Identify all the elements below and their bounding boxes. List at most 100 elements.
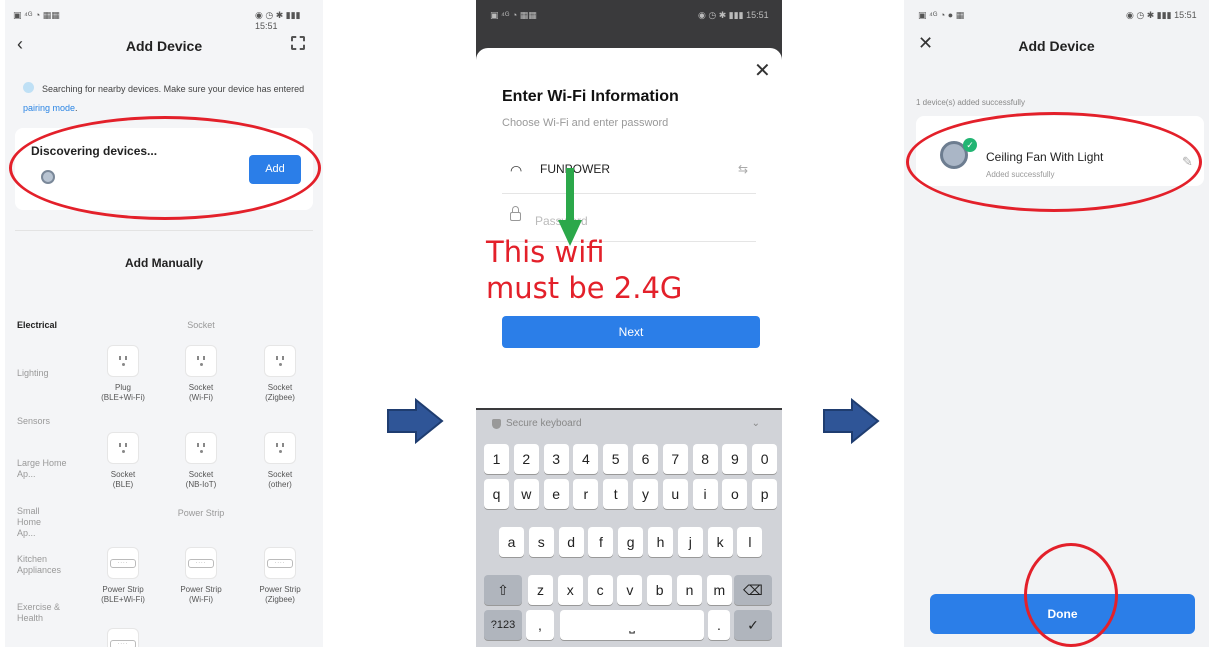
- keyboard-key[interactable]: g: [618, 527, 644, 557]
- pairing-mode-link[interactable]: pairing mode: [23, 103, 75, 113]
- keyboard-key[interactable]: l: [737, 527, 763, 557]
- category-item[interactable]: Electrical: [17, 320, 87, 331]
- power-strip-icon: ∙∙∙∙: [107, 628, 139, 647]
- next-button[interactable]: Next: [502, 316, 760, 348]
- keyboard-key[interactable]: b: [647, 575, 673, 605]
- search-status: Searching for nearby devices. Make sure …: [23, 82, 305, 113]
- keyboard-key[interactable]: 5: [603, 444, 629, 474]
- device-type-item[interactable]: ∙∙∙∙: [88, 628, 158, 647]
- highlight-circle: [9, 116, 321, 220]
- keyboard-key[interactable]: x: [557, 575, 583, 605]
- category-item[interactable]: Exercise & Health: [17, 602, 67, 624]
- keyboard-header: Secure keyboard ⌄: [476, 410, 782, 437]
- keyboard-key[interactable]: q: [484, 479, 509, 509]
- keyboard-key[interactable]: 9: [722, 444, 748, 474]
- socket-icon: [185, 432, 217, 464]
- keyboard-key[interactable]: 7: [662, 444, 688, 474]
- keyboard-key[interactable]: h: [648, 527, 673, 557]
- category-item[interactable]: Large Home Ap...: [17, 458, 67, 480]
- next-step-arrow-icon: [823, 398, 880, 444]
- keyboard-key[interactable]: n: [677, 575, 702, 605]
- status-bar-icons: ▣ ⁴ᴳ ◔ ● ▦: [918, 10, 965, 20]
- wifi-dialog: ✕ Enter Wi-Fi Information Choose Wi-Fi a…: [476, 48, 782, 408]
- subsection-power-strip: Power Strip: [177, 508, 225, 518]
- keyboard-key[interactable]: t: [603, 479, 629, 509]
- keyboard-key[interactable]: z: [528, 575, 553, 605]
- status-bar-icons: ▣ ⁴ᴳ ◔ ▦▦: [490, 10, 537, 20]
- scan-icon[interactable]: [291, 36, 305, 50]
- wifi-network-field[interactable]: ◠ FUNPOWER ⇆: [502, 156, 756, 194]
- keyboard-key[interactable]: w: [513, 479, 539, 509]
- subsection-socket: Socket: [187, 320, 215, 330]
- keyboard-key[interactable]: u: [662, 479, 688, 509]
- wifi-requirement-note: This wifi must be 2.4G: [486, 235, 683, 305]
- highlight-circle: [906, 112, 1202, 212]
- added-count-text: 1 device(s) added successfully: [916, 98, 1025, 107]
- space-key[interactable]: ⎵: [560, 610, 704, 640]
- page-title: Add Device: [1018, 38, 1095, 54]
- keyboard-key[interactable]: v: [617, 575, 643, 605]
- power-strip-icon: ∙∙∙∙: [185, 547, 217, 579]
- keyboard-key[interactable]: 0: [752, 444, 778, 474]
- category-item[interactable]: Small Home Ap...: [17, 506, 59, 539]
- wifi-setup-screen: ▣ ⁴ᴳ ◔ ▦▦ ◉ ◷ ✱ ▮▮▮ 15:51 ✕ Enter Wi-Fi …: [476, 0, 782, 647]
- switch-network-icon[interactable]: ⇆: [738, 162, 748, 176]
- status-bar-clock: ◉ ◷ ✱ ▮▮▮ 15:51: [698, 10, 769, 20]
- device-type-item[interactable]: Socket (Wi-Fi): [166, 345, 236, 403]
- keyboard-key[interactable]: s: [528, 527, 554, 557]
- keyboard-key[interactable]: c: [587, 575, 613, 605]
- power-strip-icon: ∙∙∙∙: [107, 547, 139, 579]
- status-bar-icons: ▣ ⁴ᴳ ◔ ▦▦: [13, 10, 60, 20]
- keyboard-key[interactable]: e: [543, 479, 569, 509]
- socket-icon: [107, 432, 139, 464]
- keyboard-key[interactable]: o: [722, 479, 748, 509]
- device-added-screen: ▣ ⁴ᴳ ◔ ● ▦ ◉ ◷ ✱ ▮▮▮ 15:51 ✕ Add Device …: [904, 0, 1209, 647]
- dialog-subtitle: Choose Wi-Fi and enter password: [502, 117, 669, 129]
- device-type-item[interactable]: Plug (BLE+Wi-Fi): [88, 345, 158, 403]
- device-type-item[interactable]: ∙∙∙∙ Power Strip (BLE+Wi-Fi): [88, 547, 158, 605]
- shield-icon: [492, 419, 501, 429]
- keyboard-key[interactable]: 6: [633, 444, 658, 474]
- shift-key[interactable]: ⇧: [484, 575, 522, 605]
- keyboard-key[interactable]: d: [558, 527, 584, 557]
- period-key[interactable]: .: [708, 610, 730, 640]
- comma-key[interactable]: ,: [526, 610, 554, 640]
- keyboard-key[interactable]: p: [752, 479, 778, 509]
- socket-icon: [107, 345, 139, 377]
- socket-icon: [264, 345, 296, 377]
- power-strip-icon: ∙∙∙∙: [264, 547, 296, 579]
- device-type-item[interactable]: Socket (NB-IoT): [166, 432, 236, 490]
- device-type-item[interactable]: ∙∙∙∙ Power Strip (Zigbee): [245, 547, 315, 605]
- page-title: Add Device: [125, 38, 203, 54]
- status-bar-clock: ◉ ◷ ✱ ▮▮▮ 15:51: [1126, 10, 1197, 20]
- keyboard-key[interactable]: r: [573, 479, 599, 509]
- keyboard-key[interactable]: f: [588, 527, 614, 557]
- device-type-item[interactable]: ∙∙∙∙ Power Strip (Wi-Fi): [166, 547, 236, 605]
- status-bar-clock: ◉ ◷ ✱ ▮▮▮ 15:51: [255, 10, 301, 31]
- socket-icon: [264, 432, 296, 464]
- close-icon[interactable]: ✕: [754, 58, 771, 83]
- keyboard-key[interactable]: k: [707, 527, 733, 557]
- chevron-down-icon[interactable]: ⌄: [752, 410, 760, 437]
- keyboard-key[interactable]: 1: [484, 444, 509, 474]
- device-type-item[interactable]: Socket (other): [245, 432, 315, 490]
- enter-key[interactable]: ✓: [734, 610, 772, 640]
- keyboard-key[interactable]: j: [677, 527, 703, 557]
- keyboard-key[interactable]: 4: [573, 444, 599, 474]
- symbols-key[interactable]: ?123: [484, 610, 522, 640]
- keyboard-key[interactable]: 8: [692, 444, 718, 474]
- keyboard-key[interactable]: 3: [543, 444, 569, 474]
- next-step-arrow-icon: [387, 398, 444, 444]
- keyboard-key[interactable]: a: [499, 527, 524, 557]
- keyboard-key[interactable]: y: [633, 479, 658, 509]
- device-type-item[interactable]: Socket (BLE): [88, 432, 158, 490]
- keyboard-key[interactable]: m: [706, 575, 732, 605]
- category-item[interactable]: Kitchen Appliances: [17, 554, 73, 576]
- keyboard-key[interactable]: i: [692, 479, 718, 509]
- category-item[interactable]: Lighting: [17, 368, 87, 379]
- backspace-key[interactable]: ⌫: [734, 575, 772, 605]
- keyboard-key[interactable]: 2: [513, 444, 539, 474]
- category-item[interactable]: Sensors: [17, 416, 87, 427]
- device-type-item[interactable]: Socket (Zigbee): [245, 345, 315, 403]
- wifi-icon: ◠: [510, 162, 523, 178]
